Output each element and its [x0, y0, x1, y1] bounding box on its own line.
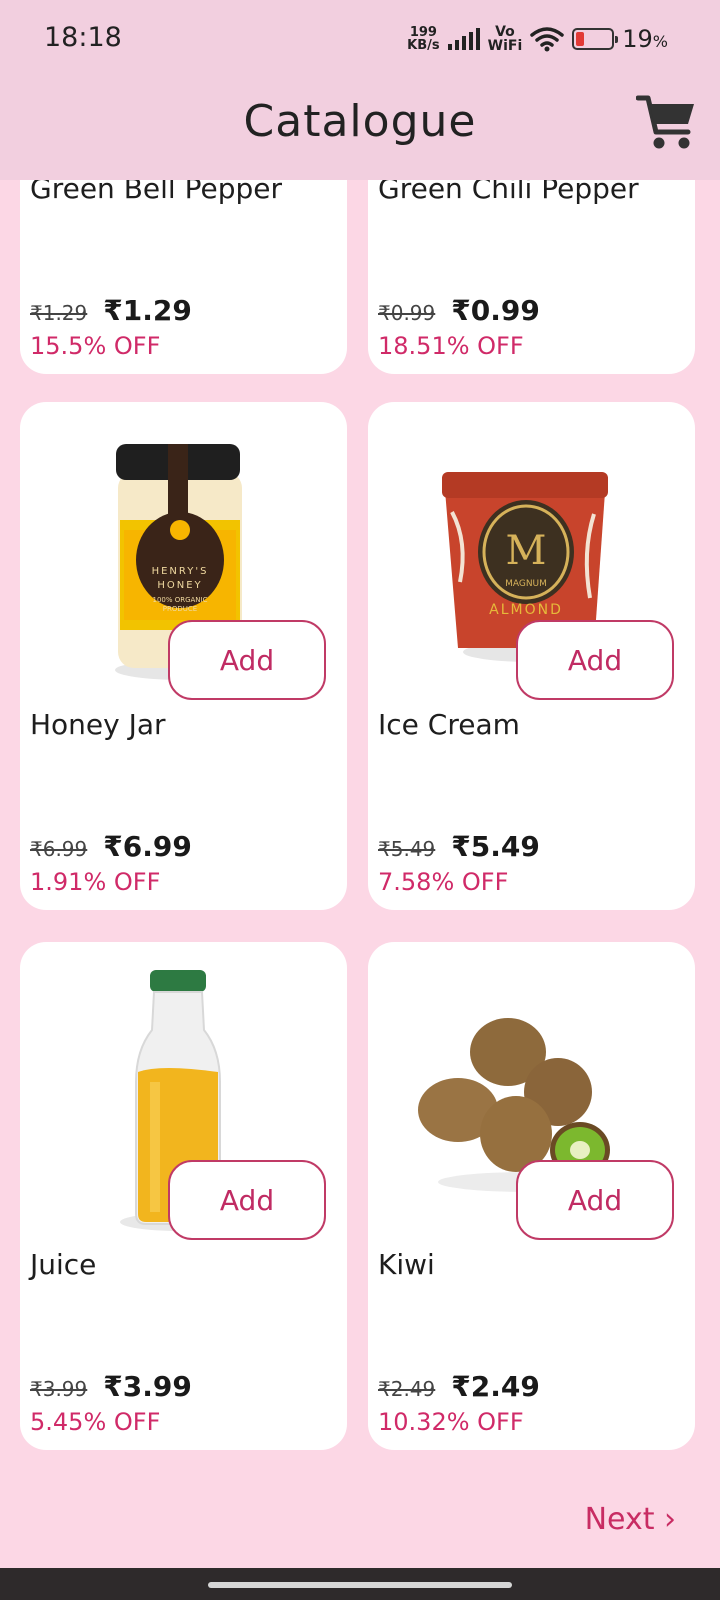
discount-label: 18.51% OFF	[378, 332, 524, 360]
add-button[interactable]: Add	[516, 1160, 674, 1240]
honey-label-brand: HENRY'S	[152, 566, 209, 577]
battery-icon	[572, 28, 619, 50]
add-button[interactable]: Add	[168, 620, 326, 700]
product-card-ice-cream[interactable]: M MAGNUM ALMOND Add Ice Cream ₹5.49 ₹5.4…	[368, 402, 695, 910]
original-price: ₹5.49	[378, 837, 436, 861]
product-card-honey-jar[interactable]: HENRY'S HONEY 100% ORGANIC PRODUCE Add H…	[20, 402, 347, 910]
page-title: Catalogue	[243, 96, 477, 147]
original-price: ₹3.99	[30, 1377, 88, 1401]
sale-price: ₹0.99	[451, 294, 540, 327]
product-name: Honey Jar	[30, 708, 166, 741]
product-card-kiwi[interactable]: Add Kiwi ₹2.49 ₹2.49 10.32% OFF	[368, 942, 695, 1450]
discount-label: 1.91% OFF	[30, 868, 161, 896]
product-name: Ice Cream	[378, 708, 520, 741]
honey-label-organic: 100% ORGANIC	[152, 596, 207, 604]
price-row: ₹5.49 ₹5.49	[378, 830, 540, 863]
battery-percent: 19%	[622, 25, 668, 53]
original-price: ₹6.99	[30, 837, 88, 861]
system-nav-bar	[0, 1568, 720, 1600]
magnum-flavor: ALMOND	[489, 602, 563, 618]
vo-label: Vo	[495, 24, 515, 40]
original-price: ₹2.49	[378, 1377, 436, 1401]
product-name: Juice	[30, 1248, 97, 1281]
status-time: 18:18	[44, 22, 122, 53]
status-icons: 199 KB/s Vo WiFi 19%	[407, 22, 668, 56]
sale-price: ₹2.49	[451, 1370, 540, 1403]
discount-label: 5.45% OFF	[30, 1408, 161, 1436]
net-speed-unit: KB/s	[407, 38, 440, 53]
price-row: ₹2.49 ₹2.49	[378, 1370, 540, 1403]
price-row: ₹6.99 ₹6.99	[30, 830, 192, 863]
discount-label: 10.32% OFF	[378, 1408, 524, 1436]
cart-icon[interactable]	[636, 92, 698, 154]
wifi-icon	[530, 27, 564, 52]
original-price: ₹0.99	[378, 301, 436, 325]
price-row: ₹1.29 ₹1.29	[30, 294, 192, 327]
add-button[interactable]: Add	[516, 620, 674, 700]
honey-label-produce: PRODUCE	[163, 605, 197, 613]
honey-label-name: HONEY	[157, 580, 202, 591]
app-bar: 18:18 199 KB/s Vo WiFi 19% Catalogue	[0, 0, 720, 180]
signal-icon	[447, 28, 480, 50]
sale-price: ₹5.49	[451, 830, 540, 863]
product-card-juice[interactable]: Add Juice ₹3.99 ₹3.99 5.45% OFF	[20, 942, 347, 1450]
home-gesture-handle[interactable]	[208, 1582, 512, 1588]
price-row: ₹3.99 ₹3.99	[30, 1370, 192, 1403]
price-row: ₹0.99 ₹0.99	[378, 294, 540, 327]
sale-price: ₹3.99	[103, 1370, 192, 1403]
original-price: ₹1.29	[30, 301, 88, 325]
sale-price: ₹1.29	[103, 294, 192, 327]
next-page-button[interactable]: Next ›	[585, 1502, 676, 1537]
magnum-logo-letter: M	[506, 528, 547, 574]
magnum-brand: MAGNUM	[505, 579, 547, 589]
wifi-label: WiFi	[487, 38, 523, 54]
discount-label: 15.5% OFF	[30, 332, 161, 360]
discount-label: 7.58% OFF	[378, 868, 509, 896]
add-button[interactable]: Add	[168, 1160, 326, 1240]
vowifi-indicator: Vo WiFi	[488, 25, 523, 53]
product-name: Kiwi	[378, 1248, 435, 1281]
net-speed-indicator: 199 KB/s	[407, 26, 439, 52]
sale-price: ₹6.99	[103, 830, 192, 863]
